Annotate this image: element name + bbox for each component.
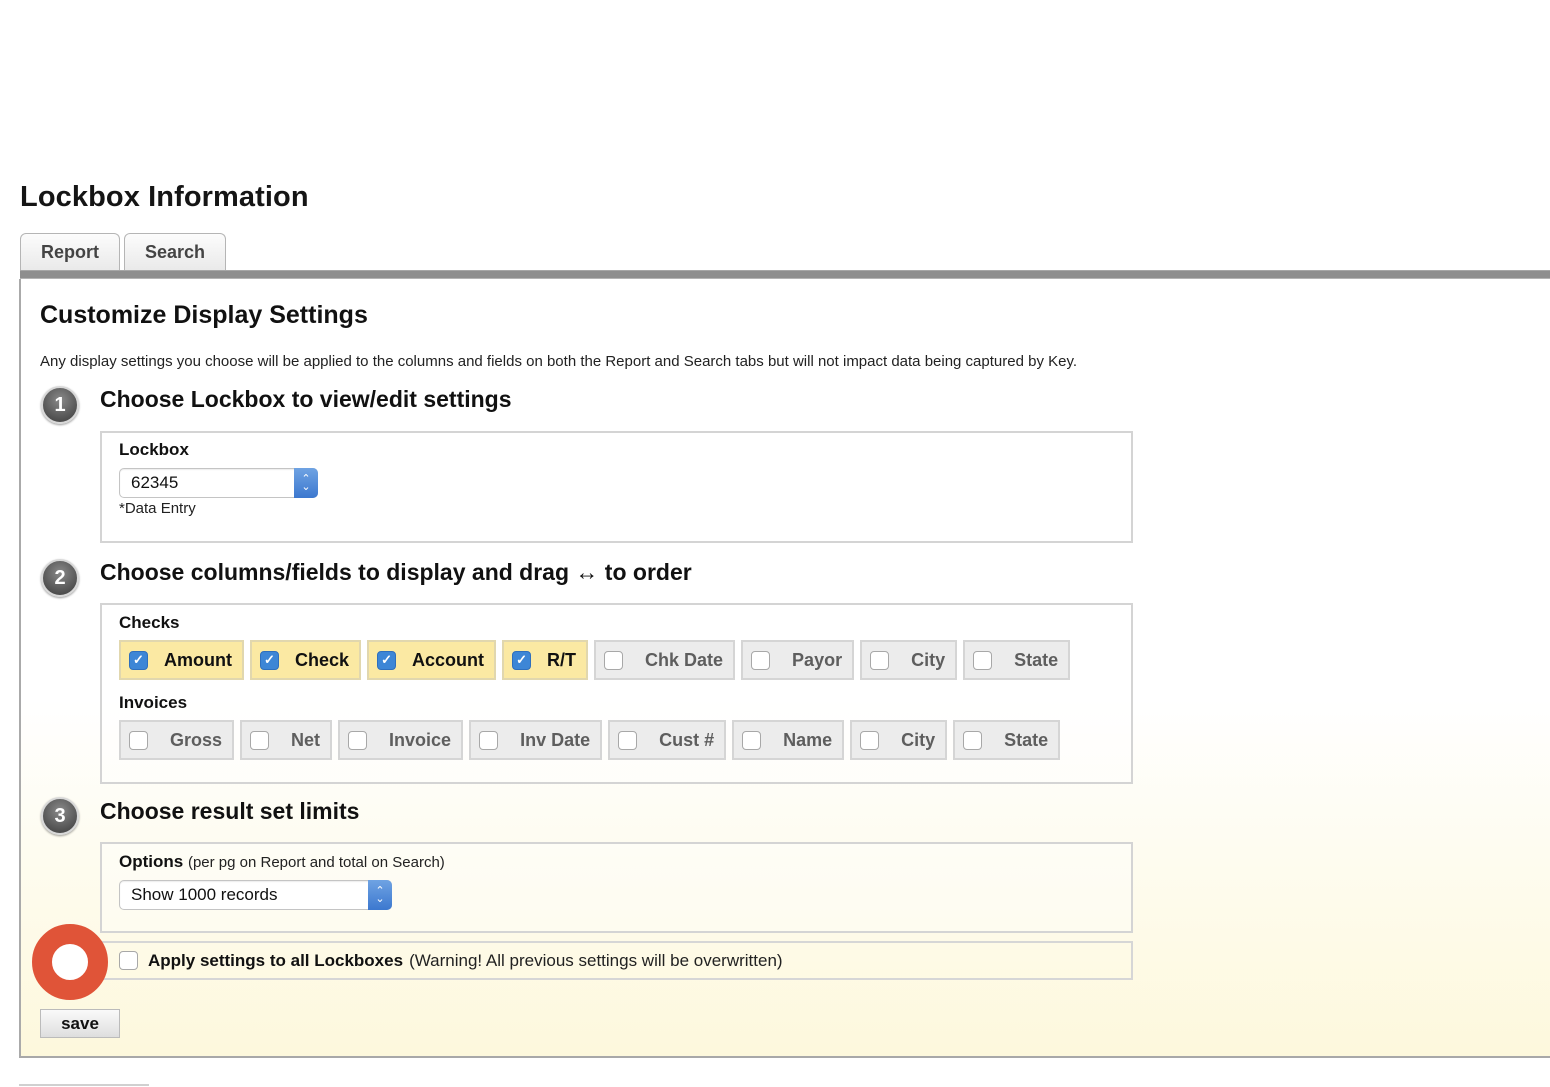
invoices-field-chip[interactable]: Net [240,720,333,760]
field-label: Check [294,649,350,670]
step-1-title: Choose Lockbox to view/edit settings [100,386,512,412]
select-stepper-icon: ⌃ ⌄ [294,468,318,498]
invoices-field-chip[interactable]: City [850,720,948,760]
checks-label: Checks [119,613,180,632]
field-label: Invoice [389,729,452,750]
records-limit-value: Show 1000 records [131,885,278,904]
checkbox-checked-icon[interactable]: ✓ [512,650,532,670]
fields-section: Checks ✓ Amount ✓ Check ✓ Account ✓ R/T Chk Date… [100,603,1133,784]
field-label: Cust # [659,729,715,750]
step-1-badge-icon: 1 [41,386,79,424]
checkbox-checked-icon[interactable]: ✓ [259,650,279,670]
field-label: City [911,649,946,670]
step-number: 2 [54,566,66,589]
options-label: Options (per pg on Report and total on S… [119,852,445,872]
checks-field-chip[interactable]: Chk Date [594,640,736,680]
apply-all-row: Apply settings to all Lockboxes (Warning… [100,941,1133,980]
intro-text: Any display settings you choose will be … [40,353,1078,370]
step-number: 1 [54,393,66,416]
invoices-field-list: Gross Net Invoice Inv Date Cust # Name City Sta… [119,720,1066,760]
lockbox-selected-value: 62345 [131,473,179,492]
checkbox-unchecked-icon[interactable] [479,730,499,750]
step-3-badge-icon: 3 [41,797,79,835]
checkbox-unchecked-icon[interactable] [618,730,638,750]
settings-panel: Customize Display Settings Any display s… [19,279,1550,1058]
save-button[interactable]: save [40,1009,120,1038]
checkbox-unchecked-icon[interactable] [250,730,270,750]
checks-field-chip[interactable]: Payor [741,640,855,680]
tab-report[interactable]: Report [20,233,120,271]
lockbox-note: *Data Entry [119,500,196,517]
checkbox-unchecked-icon[interactable] [860,730,880,750]
tab-list: Report Search [20,233,230,271]
step-2-badge-icon: 2 [41,559,79,597]
invoices-field-chip[interactable]: Gross [119,720,235,760]
field-label: Account [412,649,485,670]
checks-field-list: ✓ Amount ✓ Check ✓ Account ✓ R/T Chk Date Payor Ci… [119,640,1076,680]
invoices-field-chip[interactable]: Inv Date [469,720,603,760]
checks-field-chip[interactable]: State [963,640,1071,680]
field-label: Gross [170,729,223,750]
checks-field-chip[interactable]: ✓ Check [249,640,362,680]
invoices-field-chip[interactable]: State [953,720,1061,760]
checks-field-chip[interactable]: ✓ R/T [502,640,589,680]
page-title: Lockbox Information [20,181,309,213]
field-label: Amount [164,649,232,670]
checkbox-unchecked-icon[interactable] [348,730,368,750]
field-label: State [1014,649,1059,670]
section-title: Customize Display Settings [40,301,368,329]
tab-search[interactable]: Search [124,233,227,271]
options-section: Options (per pg on Report and total on S… [100,842,1133,933]
invoices-field-chip[interactable]: Invoice [338,720,464,760]
field-label: Name [783,729,833,750]
invoices-field-chip[interactable]: Name [732,720,845,760]
click-indicator-icon [32,924,108,1000]
checkbox-unchecked-icon[interactable] [129,730,148,750]
checks-field-chip[interactable]: ✓ Amount [119,640,244,680]
select-stepper-icon: ⌃ ⌄ [368,880,392,910]
records-limit-select[interactable]: Show 1000 records ⌃ ⌄ [119,880,392,910]
checkbox-unchecked-icon[interactable] [870,650,890,670]
options-sublabel: (per pg on Report and total on Search) [187,854,445,871]
checkbox-unchecked-icon[interactable] [973,650,993,670]
checks-field-chip[interactable]: ✓ Account [367,640,497,680]
invoices-field-chip[interactable]: Cust # [608,720,727,760]
checkbox-unchecked-icon[interactable] [963,730,983,750]
lockbox-label: Lockbox [119,440,189,459]
checkbox-unchecked-icon[interactable] [742,730,762,750]
checkbox-unchecked-icon[interactable] [751,650,771,670]
field-label: Net [291,729,321,750]
invoices-label: Invoices [119,693,188,712]
field-label: Inv Date [520,729,591,750]
step-3-title: Choose result set limits [100,798,360,824]
checkbox-checked-icon[interactable]: ✓ [129,650,148,670]
apply-all-label: Apply settings to all Lockboxes [148,950,404,970]
checkbox-checked-icon[interactable]: ✓ [377,650,397,670]
lockbox-select[interactable]: 62345 ⌃ ⌄ [119,468,318,498]
field-label: City [901,729,936,750]
field-label: R/T [547,649,577,670]
step-number: 3 [54,804,66,827]
field-label: State [1004,729,1049,750]
checkbox-unchecked-icon[interactable] [604,650,624,670]
tab-bar-divider [20,270,1550,279]
apply-all-warning: (Warning! All previous settings will be … [409,950,783,970]
lockbox-section: Lockbox 62345 ⌃ ⌄ *Data Entry [100,431,1133,543]
field-label: Payor [792,649,843,670]
apply-all-checkbox[interactable] [119,951,138,970]
step-2-title: Choose columns/fields to display and dra… [100,559,692,585]
options-label-text: Options [119,852,184,871]
checks-field-chip[interactable]: City [860,640,958,680]
field-label: Chk Date [645,649,724,670]
